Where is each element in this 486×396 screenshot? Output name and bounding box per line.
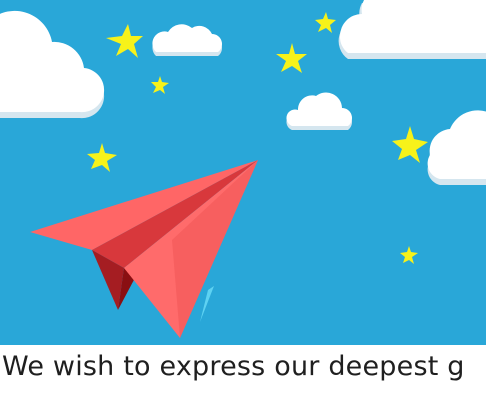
page: We wish to express our deepest g bbox=[0, 0, 486, 396]
intro-text: We wish to express our deepest g bbox=[2, 351, 465, 382]
cloud-icon bbox=[338, 0, 486, 59]
sky-illustration bbox=[0, 0, 486, 345]
